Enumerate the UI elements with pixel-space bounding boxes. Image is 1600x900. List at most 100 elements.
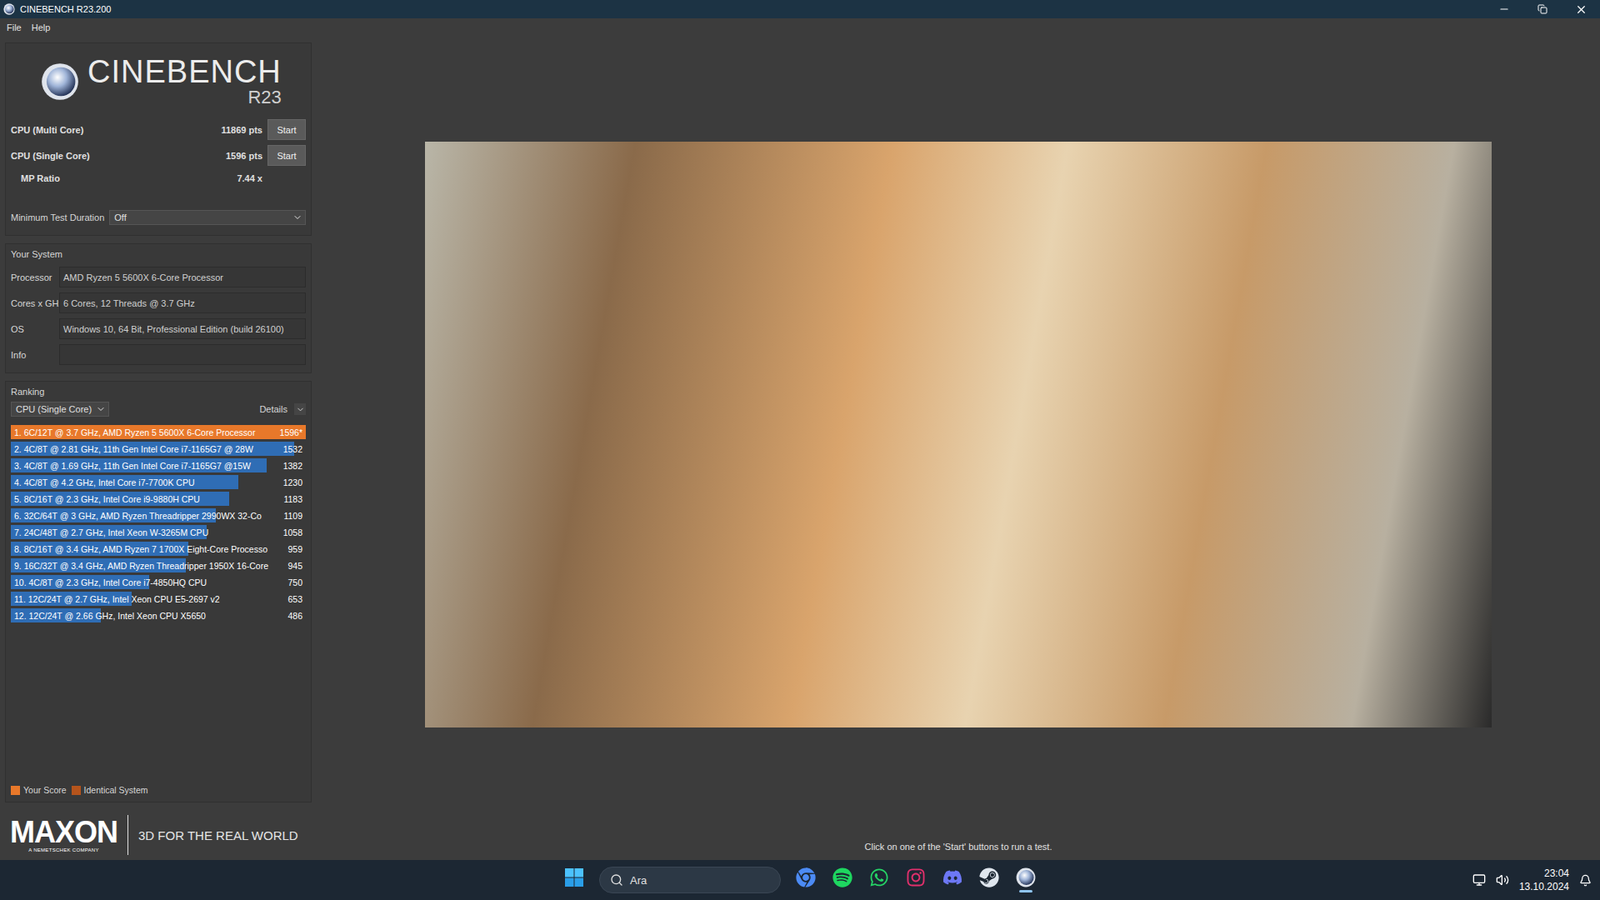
system-tray: 23:0413.10.2024 bbox=[1472, 866, 1600, 894]
close-icon bbox=[1575, 3, 1588, 16]
close-button[interactable] bbox=[1561, 0, 1600, 19]
cinebench-logo: CINEBENCHR23 bbox=[10, 46, 306, 117]
test-row: CPU (Multi Core)11869 ptsStart bbox=[10, 116, 306, 143]
field-label: Info bbox=[10, 350, 60, 360]
ranking-row[interactable]: 11. 12C/24T @ 2.7 GHz, Intel Xeon CPU E5… bbox=[10, 591, 306, 606]
taskbar-app[interactable] bbox=[899, 861, 933, 899]
notification-icon[interactable] bbox=[1579, 874, 1592, 887]
render-area: Click on one of the 'Start' buttons to r… bbox=[316, 36, 1600, 860]
ranking-list: 1. 6C/12T @ 3.7 GHz, AMD Ryzen 5 5600X 6… bbox=[10, 425, 306, 623]
taskbar-app[interactable] bbox=[862, 861, 896, 899]
mp-ratio-value: 7.44 x bbox=[236, 173, 263, 184]
ranking-row[interactable]: 9. 16C/32T @ 3.4 GHz, AMD Ryzen Threadri… bbox=[10, 558, 306, 573]
maxon-footer: MAXONA NEMETSCHEK COMPANY 3D FOR THE REAL… bbox=[5, 810, 312, 860]
ranking-label: 7. 24C/48T @ 2.7 GHz, Intel Xeon W-3265M… bbox=[14, 527, 271, 538]
ranking-row[interactable]: 3. 4C/8T @ 1.69 GHz, 11th Gen Intel Core… bbox=[10, 458, 306, 473]
ranking-row[interactable]: 2. 4C/8T @ 2.81 GHz, 11th Gen Intel Core… bbox=[10, 441, 306, 456]
brand-name: MAXON bbox=[10, 817, 118, 848]
active-indicator bbox=[799, 890, 813, 893]
taskbar-app[interactable] bbox=[935, 861, 970, 899]
ranking-label: 8. 8C/16T @ 3.4 GHz, AMD Ryzen 7 1700X E… bbox=[14, 544, 271, 555]
ranking-label: 5. 8C/16T @ 2.3 GHz, Intel Core i9-9880H… bbox=[14, 494, 271, 505]
clock[interactable]: 23:0413.10.2024 bbox=[1519, 866, 1570, 894]
ranking-row[interactable]: 10. 4C/8T @ 2.3 GHz, Intel Core i7-4850H… bbox=[10, 575, 306, 590]
chevron-down-icon bbox=[295, 405, 305, 415]
logo-version: R23 bbox=[247, 87, 281, 108]
legend-item: Your Score bbox=[10, 785, 67, 795]
ranking-score: 959 bbox=[274, 544, 303, 555]
legend-swatch bbox=[10, 785, 20, 795]
restore-button[interactable] bbox=[1523, 0, 1562, 19]
taskbar-app[interactable] bbox=[789, 861, 823, 899]
ranking-title: Ranking bbox=[10, 386, 306, 397]
taskbar: Ara 23:0413.10.2024 bbox=[0, 860, 1600, 900]
details-toggle[interactable]: Details bbox=[259, 403, 306, 415]
field-input: AMD Ryzen 5 5600X 6-Core Processor bbox=[59, 266, 306, 288]
taskbar-app[interactable] bbox=[1009, 861, 1043, 899]
tagline: 3D FOR THE REAL WORLD bbox=[138, 828, 299, 843]
taskbar-app[interactable] bbox=[825, 861, 860, 899]
side-panel: CINEBENCHR23 CPU (Multi Core)11869 ptsSta… bbox=[0, 36, 317, 860]
network-icon[interactable] bbox=[1472, 873, 1486, 887]
system-field: OSWindows 10, 64 Bit, Professional Editi… bbox=[10, 315, 306, 342]
system-field: Cores x GHz6 Cores, 12 Threads @ 3.7 GHz bbox=[10, 290, 306, 316]
cinebench-window: CINEBENCH R23.200 FileHelp CINEBENCHR23 CPU… bbox=[0, 0, 1600, 900]
ranking-label: 2. 4C/8T @ 2.81 GHz, 11th Gen Intel Core… bbox=[14, 444, 271, 455]
chevron-down-icon bbox=[95, 404, 106, 415]
ranking-score: 1230 bbox=[274, 477, 303, 488]
logo-name: CINEBENCH bbox=[87, 55, 282, 88]
volume-icon[interactable] bbox=[1495, 873, 1510, 887]
brand-sub: A NEMETSCHEK COMPANY bbox=[28, 847, 100, 853]
window-title: CINEBENCH R23.200 bbox=[20, 4, 111, 15]
menu-item[interactable]: Help bbox=[26, 22, 56, 33]
minimize-button[interactable] bbox=[1485, 0, 1524, 19]
start-button[interactable]: Start bbox=[267, 119, 306, 140]
min-test-duration-row: Minimum Test Duration Off bbox=[10, 208, 306, 227]
ranking-row[interactable]: 1. 6C/12T @ 3.7 GHz, AMD Ryzen 5 5600X 6… bbox=[10, 425, 306, 440]
start-button[interactable] bbox=[557, 861, 591, 899]
ranking-row[interactable]: 7. 24C/48T @ 2.7 GHz, Intel Xeon W-3265M… bbox=[10, 525, 306, 540]
logo-text: CINEBENCHR23 bbox=[87, 55, 282, 108]
ranking-score: 750 bbox=[274, 577, 303, 588]
chevron-down-icon bbox=[292, 212, 303, 223]
main-area: CINEBENCHR23 CPU (Multi Core)11869 ptsSta… bbox=[0, 36, 1600, 860]
taskbar-apps: Ara bbox=[557, 861, 1043, 899]
taskbar-search[interactable]: Ara bbox=[599, 866, 781, 894]
restore-icon bbox=[1537, 4, 1548, 15]
maxon-logo: MAXONA NEMETSCHEK COMPANY bbox=[10, 817, 118, 853]
window-controls bbox=[1485, 0, 1600, 19]
start-button[interactable]: Start bbox=[267, 145, 306, 166]
ranking-row[interactable]: 6. 32C/64T @ 3 GHz, AMD Ryzen Threadripp… bbox=[10, 508, 306, 523]
active-indicator bbox=[982, 890, 996, 893]
menu-item[interactable]: File bbox=[1, 22, 27, 33]
min-test-duration-select[interactable]: Off bbox=[109, 210, 306, 225]
ranking-label: 1. 6C/12T @ 3.7 GHz, AMD Ryzen 5 5600X 6… bbox=[14, 427, 271, 438]
ranking-controls: CPU (Single Core) Details bbox=[10, 401, 306, 417]
ranking-row[interactable]: 8. 8C/16T @ 3.4 GHz, AMD Ryzen 7 1700X E… bbox=[10, 541, 306, 556]
ranking-row[interactable]: 5. 8C/16T @ 2.3 GHz, Intel Core i9-9880H… bbox=[10, 491, 306, 506]
ranking-score: 1382 bbox=[274, 460, 303, 471]
spotify-icon bbox=[832, 867, 853, 888]
test-label: CPU (Single Core) bbox=[10, 150, 90, 161]
field-input[interactable] bbox=[59, 344, 306, 365]
ranking-score: 1058 bbox=[274, 527, 303, 538]
ranking-row[interactable]: 12. 12C/24T @ 2.66 GHz, Intel Xeon CPU X… bbox=[10, 608, 306, 623]
ranking-label: 9. 16C/32T @ 3.4 GHz, AMD Ryzen Threadri… bbox=[14, 560, 271, 571]
mp-ratio-label: MP Ratio bbox=[20, 173, 60, 184]
ranking-filter-select[interactable]: CPU (Single Core) bbox=[10, 401, 110, 417]
ranking-row[interactable]: 4. 4C/8T @ 4.2 GHz, Intel Core i7-7700K … bbox=[10, 475, 306, 490]
details-chevron bbox=[294, 403, 306, 415]
sphere-logo-icon bbox=[40, 62, 80, 101]
taskbar-app[interactable] bbox=[972, 861, 1006, 899]
active-indicator bbox=[909, 890, 923, 893]
active-indicator bbox=[835, 890, 850, 893]
search-icon bbox=[610, 873, 624, 887]
test-row: CPU (Single Core)1596 ptsStart bbox=[10, 142, 306, 169]
system-field: Info bbox=[10, 341, 306, 368]
render-preview bbox=[425, 141, 1492, 728]
ranking-score: 1109 bbox=[274, 510, 303, 521]
tests-box: CINEBENCHR23 CPU (Multi Core)11869 ptsSta… bbox=[5, 42, 312, 236]
ranking-label: 11. 12C/24T @ 2.7 GHz, Intel Xeon CPU E5… bbox=[14, 594, 271, 605]
active-indicator bbox=[1019, 890, 1033, 893]
min-test-duration-label: Minimum Test Duration bbox=[10, 212, 105, 223]
